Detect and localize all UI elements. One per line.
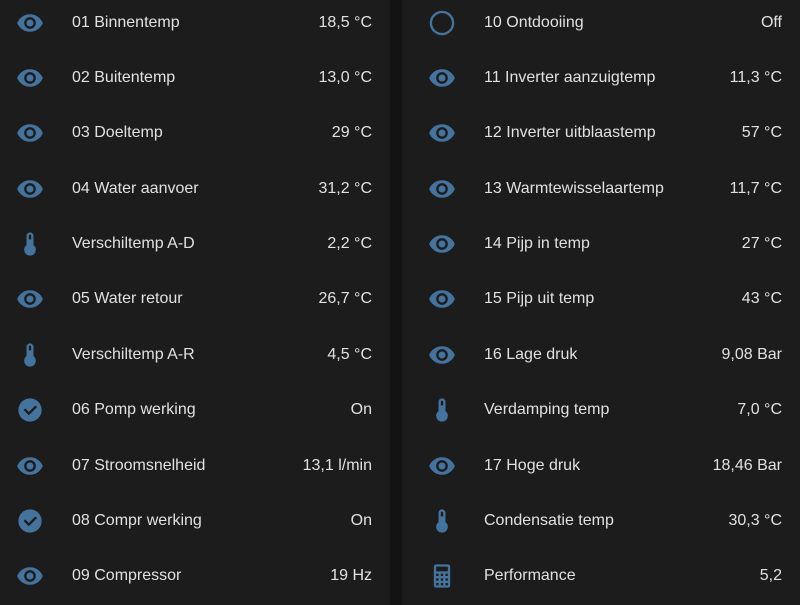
entity-name: Performance: [484, 567, 576, 585]
entity-state: 27 °C: [741, 235, 782, 253]
entity-name: 06 Pomp werking: [72, 401, 196, 419]
entity-row-verschiltemp-a-d[interactable]: Verschiltemp A-D 2,2 °C: [0, 216, 390, 271]
entity-name: 09 Compressor: [72, 567, 182, 585]
entity-name: 15 Pijp uit temp: [484, 290, 595, 308]
entity-row-04-water-aanvoer[interactable]: 04 Water aanvoer 31,2 °C: [0, 161, 390, 216]
entity-name: Condensatie temp: [484, 512, 614, 530]
entity-state: 19 Hz: [330, 567, 372, 585]
entities-card-right: 10 Ontdooiing Off 11 Inverter aanzuigtemp 1…: [402, 0, 800, 605]
thermometer-icon: [16, 230, 44, 258]
entity-row-10-ontdooiing[interactable]: 10 Ontdooiing Off: [402, 0, 800, 50]
entity-row-14-pijp-in-temp[interactable]: 14 Pijp in temp 27 °C: [402, 216, 800, 271]
entity-name: 07 Stroomsnelheid: [72, 456, 206, 474]
entity-state: 57 °C: [741, 124, 782, 142]
entity-row-09-compressor[interactable]: 09 Compressor 19 Hz: [0, 549, 390, 604]
entity-state: 26,7 °C: [318, 290, 372, 308]
entity-name: 12 Inverter uitblaastemp: [484, 124, 656, 142]
entity-row-06-pomp-werking[interactable]: 06 Pomp werking On: [0, 383, 390, 438]
entities-card-left: 01 Binnentemp 18,5 °C 02 Buitentemp 13,0 °C…: [0, 0, 390, 605]
eye-icon: [16, 9, 44, 37]
entity-state: On: [350, 512, 372, 530]
entity-name: 13 Warmtewisselaartemp: [484, 179, 664, 197]
entity-state: 4,5 °C: [327, 345, 372, 363]
entity-row-performance[interactable]: Performance 5,2: [402, 549, 800, 604]
entity-row-07-stroomsnelheid[interactable]: 07 Stroomsnelheid 13,1 l/min: [0, 438, 390, 493]
entity-row-11-inverter-aanzuigtemp[interactable]: 11 Inverter aanzuigtemp 11,3 °C: [402, 50, 800, 105]
entity-row-02-buitentemp[interactable]: 02 Buitentemp 13,0 °C: [0, 50, 390, 105]
entity-row-13-warmtewisselaartemp[interactable]: 13 Warmtewisselaartemp 11,7 °C: [402, 161, 800, 216]
entity-name: Verschiltemp A-R: [72, 345, 195, 363]
circle-outline-icon: [428, 9, 456, 37]
entity-row-05-water-retour[interactable]: 05 Water retour 26,7 °C: [0, 272, 390, 327]
eye-icon: [16, 175, 44, 203]
eye-icon: [428, 64, 456, 92]
entity-state: 7,0 °C: [737, 401, 782, 419]
eye-icon: [428, 452, 456, 480]
eye-icon: [428, 119, 456, 147]
eye-icon: [16, 562, 44, 590]
entity-state: 31,2 °C: [318, 179, 372, 197]
entity-name: 08 Compr werking: [72, 512, 202, 530]
calculator-icon: [428, 562, 456, 590]
thermometer-icon: [428, 507, 456, 535]
entity-name: 14 Pijp in temp: [484, 235, 590, 253]
eye-icon: [16, 64, 44, 92]
entity-name: 05 Water retour: [72, 290, 183, 308]
entity-state: 9,08 Bar: [721, 345, 782, 363]
entity-row-verschiltemp-a-r[interactable]: Verschiltemp A-R 4,5 °C: [0, 327, 390, 382]
entity-name: 16 Lage druk: [484, 345, 578, 363]
entity-state: 13,1 l/min: [302, 456, 372, 474]
eye-icon: [428, 341, 456, 369]
entity-name: 02 Buitentemp: [72, 68, 176, 86]
entity-row-15-pijp-uit-temp[interactable]: 15 Pijp uit temp 43 °C: [402, 272, 800, 327]
entity-state: 18,5 °C: [318, 13, 372, 31]
check-circle-icon: [16, 507, 44, 535]
entity-state: 30,3 °C: [728, 512, 782, 530]
thermometer-icon: [16, 341, 44, 369]
entity-name: 17 Hoge druk: [484, 456, 581, 474]
entity-row-verdamping-temp[interactable]: Verdamping temp 7,0 °C: [402, 383, 800, 438]
entity-name: Verdamping temp: [484, 401, 610, 419]
entity-name: 03 Doeltemp: [72, 124, 163, 142]
entity-state: 2,2 °C: [327, 235, 372, 253]
entity-state: 29 °C: [331, 124, 372, 142]
eye-icon: [428, 230, 456, 258]
entity-row-17-hoge-druk[interactable]: 17 Hoge druk 18,46 Bar: [402, 438, 800, 493]
thermometer-icon: [428, 396, 456, 424]
eye-icon: [16, 119, 44, 147]
entity-row-03-doeltemp[interactable]: 03 Doeltemp 29 °C: [0, 106, 390, 161]
entity-row-condensatie-temp[interactable]: Condensatie temp 30,3 °C: [402, 493, 800, 548]
entity-row-08-compr-werking[interactable]: 08 Compr werking On: [0, 493, 390, 548]
entity-state: Off: [760, 13, 782, 31]
entity-state: 5,2: [759, 567, 782, 585]
eye-icon: [16, 285, 44, 313]
entity-name: 10 Ontdooiing: [484, 13, 584, 31]
entity-state: On: [350, 401, 372, 419]
entity-state: 11,3 °C: [729, 68, 782, 86]
entity-name: Verschiltemp A-D: [72, 235, 195, 253]
entity-state: 18,46 Bar: [712, 456, 782, 474]
entity-name: 11 Inverter aanzuigtemp: [484, 68, 656, 86]
entity-state: 43 °C: [741, 290, 782, 308]
entity-state: 13,0 °C: [318, 68, 372, 86]
entity-row-16-lage-druk[interactable]: 16 Lage druk 9,08 Bar: [402, 327, 800, 382]
entity-name: 04 Water aanvoer: [72, 179, 199, 197]
eye-icon: [16, 452, 44, 480]
entity-row-12-inverter-uitblaastemp[interactable]: 12 Inverter uitblaastemp 57 °C: [402, 106, 800, 161]
dashboard: 01 Binnentemp 18,5 °C 02 Buitentemp 13,0 °C…: [0, 0, 800, 605]
entity-row-01-binnentemp[interactable]: 01 Binnentemp 18,5 °C: [0, 0, 390, 50]
eye-icon: [428, 285, 456, 313]
entity-state: 11,7 °C: [729, 179, 782, 197]
entity-name: 01 Binnentemp: [72, 13, 180, 31]
check-circle-icon: [16, 396, 44, 424]
eye-icon: [428, 175, 456, 203]
